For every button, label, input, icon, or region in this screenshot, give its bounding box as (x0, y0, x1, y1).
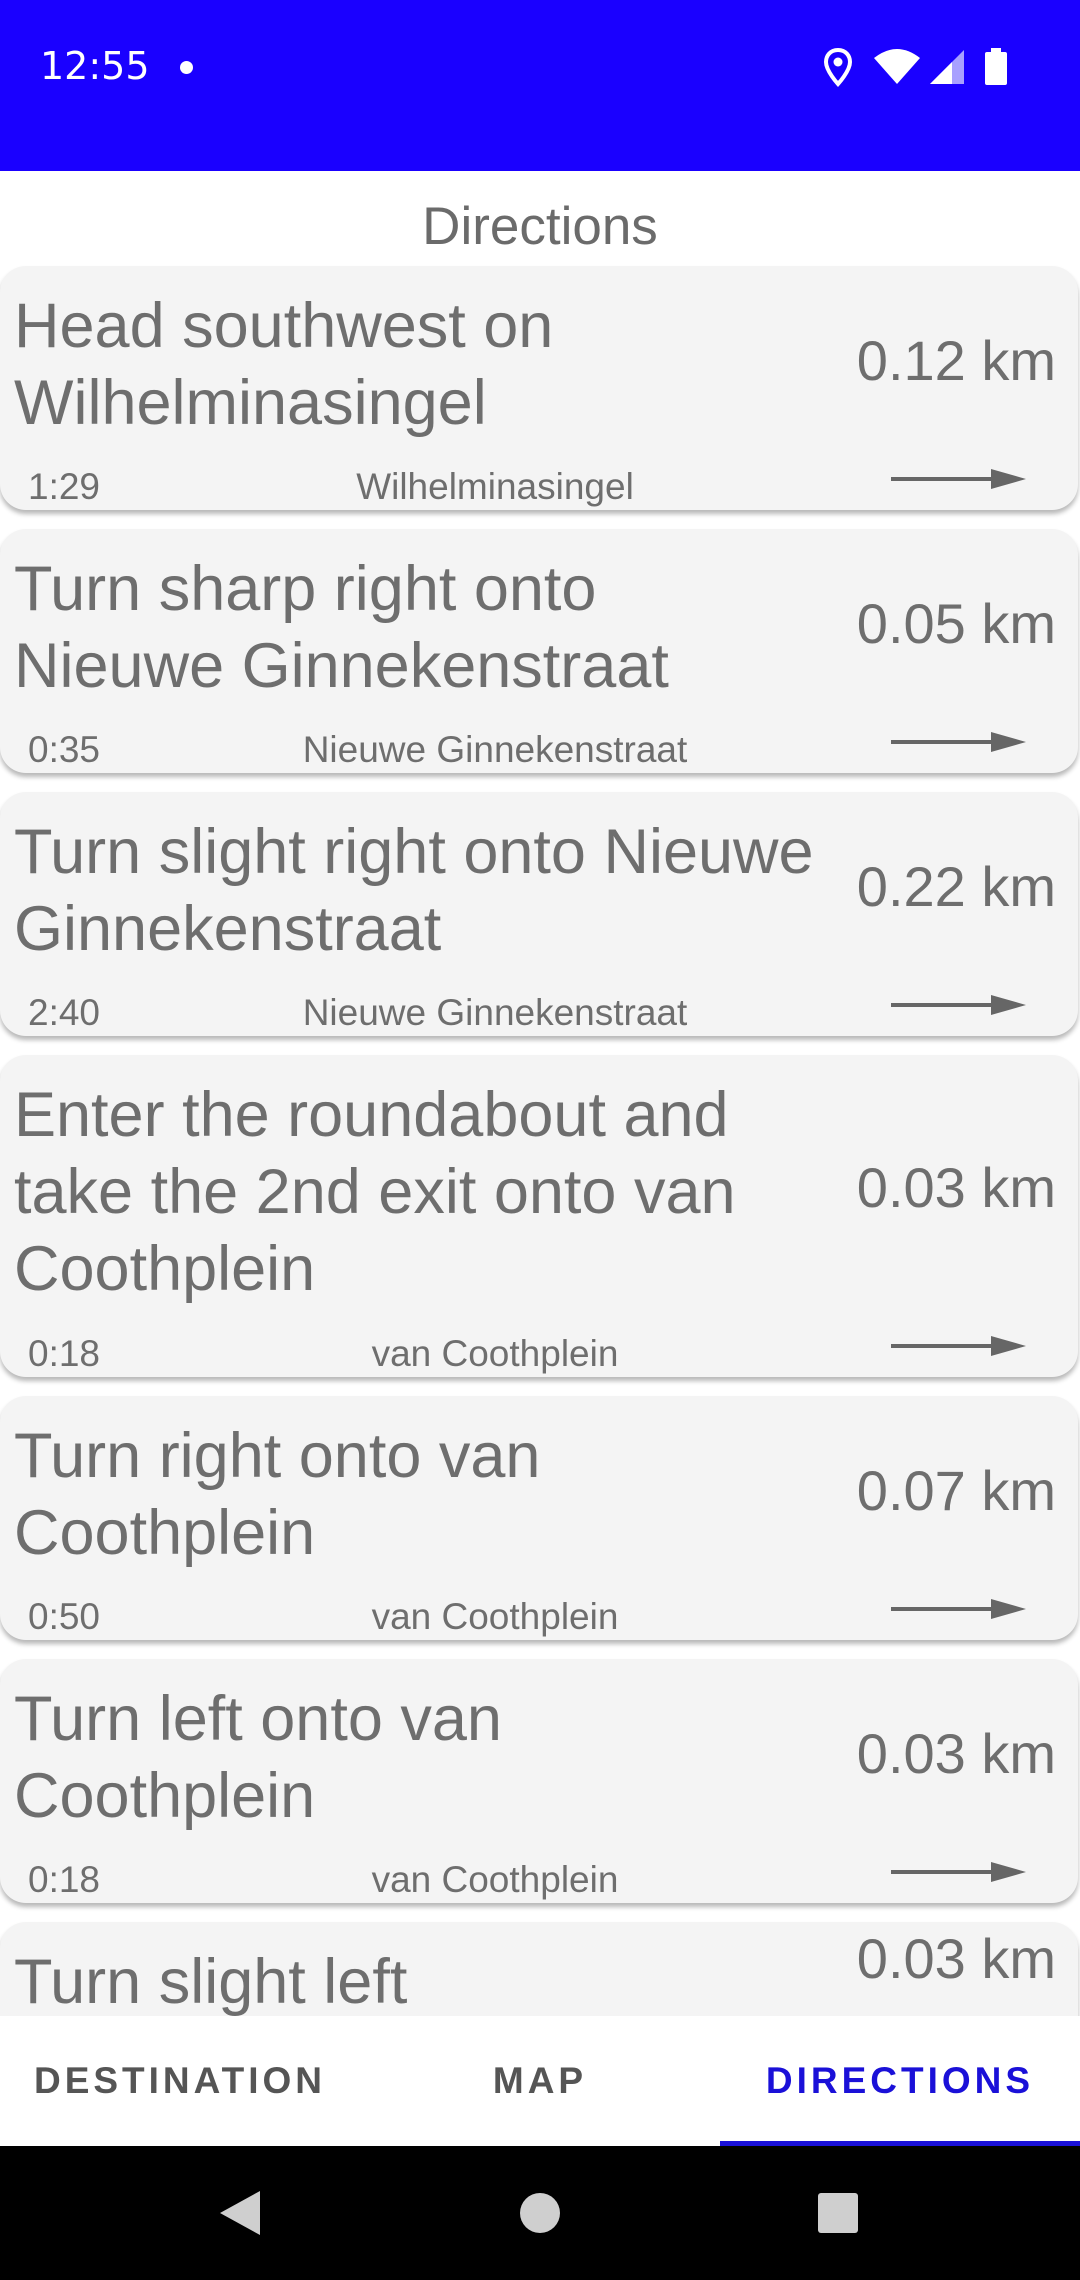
direction-card[interactable]: Enter the roundabout and take the 2nd ex… (0, 1055, 1078, 1377)
bottom-tab-bar: DESTINATION MAP DIRECTIONS (0, 2016, 1080, 2147)
tab-map[interactable]: MAP (360, 2016, 720, 2146)
direction-street: van Coothplein (371, 1859, 619, 1900)
page-title: Directions (422, 197, 658, 256)
directions-list[interactable]: Head southwest on Wilhelminasingel 0.12 … (0, 264, 1080, 2016)
direction-street: van Coothplein (371, 1333, 619, 1374)
direction-distance: 0.07 km (856, 1459, 1056, 1522)
direction-distance: 0.03 km (856, 1722, 1056, 1785)
direction-instruction: Turn sharp right onto Nieuwe Ginnekenstr… (14, 554, 669, 701)
direction-instruction: Turn right onto van Coothplein (14, 1421, 541, 1568)
direction-card[interactable]: Turn left onto van Coothplein 0.03 km 0:… (0, 1659, 1078, 1903)
wifi-icon (874, 49, 920, 84)
direction-card[interactable]: Turn slight right onto Nieuwe Ginnekenst… (0, 792, 1078, 1036)
notification-dot-icon (180, 61, 193, 74)
direction-instruction: Turn left onto van Coothplein (14, 1684, 502, 1831)
direction-street: van Coothplein (371, 1596, 619, 1637)
home-button[interactable] (500, 2146, 580, 2280)
tab-directions[interactable]: DIRECTIONS (720, 2016, 1080, 2146)
direction-instruction: Enter the roundabout and take the 2nd ex… (14, 1080, 736, 1304)
arrow-right-icon (891, 469, 1026, 489)
recents-button[interactable] (798, 2146, 878, 2280)
signal-icon (930, 50, 964, 84)
direction-street: Wilhelminasingel (356, 466, 634, 507)
direction-street: Nieuwe Ginnekenstraat (302, 992, 688, 1033)
direction-card[interactable]: Turn slight left 0.03 km (0, 1922, 1078, 2016)
recents-icon (818, 2193, 858, 2233)
back-button[interactable] (200, 2146, 280, 2280)
status-icons (824, 48, 1044, 88)
direction-card[interactable]: Turn sharp right onto Nieuwe Ginnekenstr… (0, 529, 1078, 773)
direction-distance: 0.12 km (856, 329, 1056, 392)
direction-distance: 0.03 km (856, 1927, 1056, 1990)
direction-distance: 0.05 km (856, 592, 1056, 655)
back-icon (220, 2191, 260, 2235)
direction-distance: 0.03 km (856, 1156, 1056, 1219)
status-time: 12:55 (40, 44, 150, 88)
direction-instruction: Turn slight right onto Nieuwe Ginnekenst… (14, 817, 814, 964)
direction-instruction: Turn slight left (14, 1947, 408, 2016)
arrow-right-icon (891, 1862, 1026, 1882)
battery-icon (985, 48, 1007, 85)
direction-distance: 0.22 km (856, 855, 1056, 918)
direction-card[interactable]: Turn right onto van Coothplein 0.07 km 0… (0, 1396, 1078, 1640)
direction-card[interactable]: Head southwest on Wilhelminasingel 0.12 … (0, 266, 1078, 510)
arrow-right-icon (891, 1599, 1026, 1619)
arrow-right-icon (891, 995, 1026, 1015)
arrow-right-icon (891, 732, 1026, 752)
home-icon (520, 2193, 560, 2233)
direction-instruction: Head southwest on Wilhelminasingel (14, 291, 554, 438)
direction-street: Nieuwe Ginnekenstraat (302, 729, 688, 770)
system-nav-bar (0, 2146, 1080, 2280)
arrow-right-icon (891, 1336, 1026, 1356)
location-icon (824, 48, 852, 87)
status-bar: 12:55 (0, 0, 1080, 171)
tab-destination[interactable]: DESTINATION (0, 2016, 360, 2146)
